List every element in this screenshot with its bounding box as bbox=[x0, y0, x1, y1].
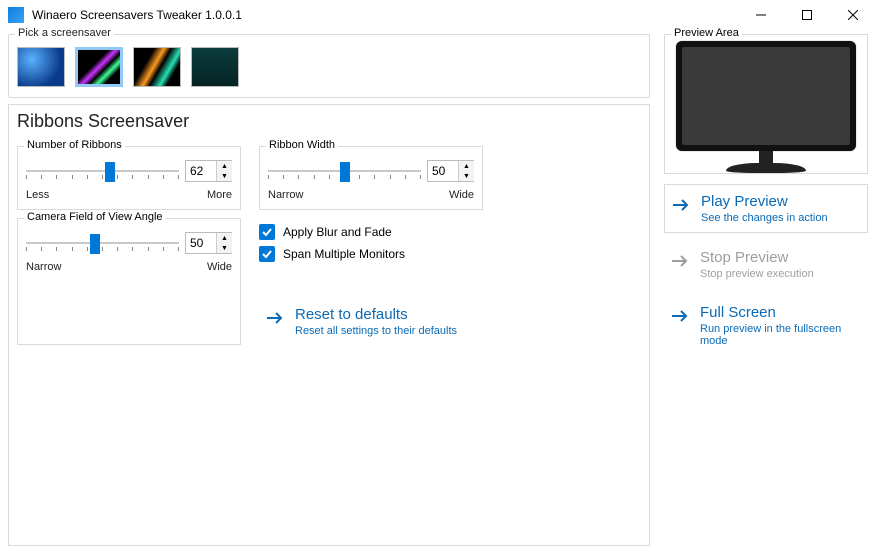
preview-area: Preview Area bbox=[664, 34, 868, 174]
checkbox-blur[interactable] bbox=[259, 224, 275, 240]
checkbox-span[interactable] bbox=[259, 246, 275, 262]
spin-number[interactable]: ▲ ▼ bbox=[185, 160, 232, 182]
close-button[interactable] bbox=[830, 0, 876, 30]
check-icon bbox=[262, 227, 272, 237]
thumb-list bbox=[17, 45, 641, 89]
slider-number[interactable] bbox=[26, 157, 179, 185]
thumb-blank[interactable] bbox=[191, 47, 239, 87]
thumb-mystify[interactable] bbox=[133, 47, 181, 87]
arrow-right-icon bbox=[265, 308, 285, 328]
spin-down-icon[interactable]: ▼ bbox=[217, 243, 232, 253]
thumb-bubbles[interactable] bbox=[17, 47, 65, 87]
slider-thumb-icon[interactable] bbox=[105, 162, 115, 182]
spin-number-input[interactable] bbox=[186, 161, 216, 181]
spin-up-icon[interactable]: ▲ bbox=[459, 161, 474, 171]
spin-down-icon[interactable]: ▼ bbox=[217, 171, 232, 181]
group-camera-fov: Camera Field of View Angle ▲ ▼ bbox=[17, 218, 241, 345]
spin-down-icon[interactable]: ▼ bbox=[459, 171, 474, 181]
arrow-right-icon bbox=[671, 195, 691, 215]
thumb-ribbons[interactable] bbox=[75, 47, 123, 87]
stop-preview: Stop Preview Stop preview execution bbox=[664, 241, 868, 288]
picker-legend: Pick a screensaver bbox=[15, 27, 114, 39]
close-icon bbox=[848, 10, 858, 20]
minimize-icon bbox=[756, 10, 766, 20]
maximize-button[interactable] bbox=[784, 0, 830, 30]
minimize-button[interactable] bbox=[738, 0, 784, 30]
checkbox-span-label: Span Multiple Monitors bbox=[283, 247, 405, 261]
maximize-icon bbox=[802, 10, 812, 20]
section-title: Ribbons Screensaver bbox=[17, 111, 641, 132]
arrow-right-icon bbox=[670, 251, 690, 271]
spin-fov-input[interactable] bbox=[186, 233, 216, 253]
monitor-icon bbox=[676, 41, 856, 173]
full-screen[interactable]: Full Screen Run preview in the fullscree… bbox=[664, 296, 868, 355]
arrow-right-icon bbox=[670, 306, 690, 326]
app-icon bbox=[8, 7, 24, 23]
checkbox-blur-label: Apply Blur and Fade bbox=[283, 225, 392, 239]
spin-up-icon[interactable]: ▲ bbox=[217, 161, 232, 171]
group-ribbon-width: Ribbon Width ▲ ▼ bbox=[259, 146, 483, 210]
settings-panel: Ribbons Screensaver Number of Ribbons bbox=[8, 104, 650, 546]
slider-thumb-icon[interactable] bbox=[340, 162, 350, 182]
slider-thumb-icon[interactable] bbox=[90, 234, 100, 254]
titlebar: Winaero Screensavers Tweaker 1.0.0.1 bbox=[0, 0, 876, 30]
screensaver-picker: Pick a screensaver bbox=[8, 34, 650, 98]
slider-fov[interactable] bbox=[26, 229, 179, 257]
play-preview[interactable]: Play Preview See the changes in action bbox=[664, 184, 868, 233]
slider-width[interactable] bbox=[268, 157, 421, 185]
spin-width-input[interactable] bbox=[428, 161, 458, 181]
spin-fov[interactable]: ▲ ▼ bbox=[185, 232, 232, 254]
reset-to-defaults[interactable]: Reset to defaults Reset all settings to … bbox=[259, 298, 483, 345]
group-number-of-ribbons: Number of Ribbons ▲ ▼ bbox=[17, 146, 241, 210]
window-title: Winaero Screensavers Tweaker 1.0.0.1 bbox=[32, 8, 738, 22]
spin-width[interactable]: ▲ ▼ bbox=[427, 160, 474, 182]
check-icon bbox=[262, 249, 272, 259]
spin-up-icon[interactable]: ▲ bbox=[217, 233, 232, 243]
